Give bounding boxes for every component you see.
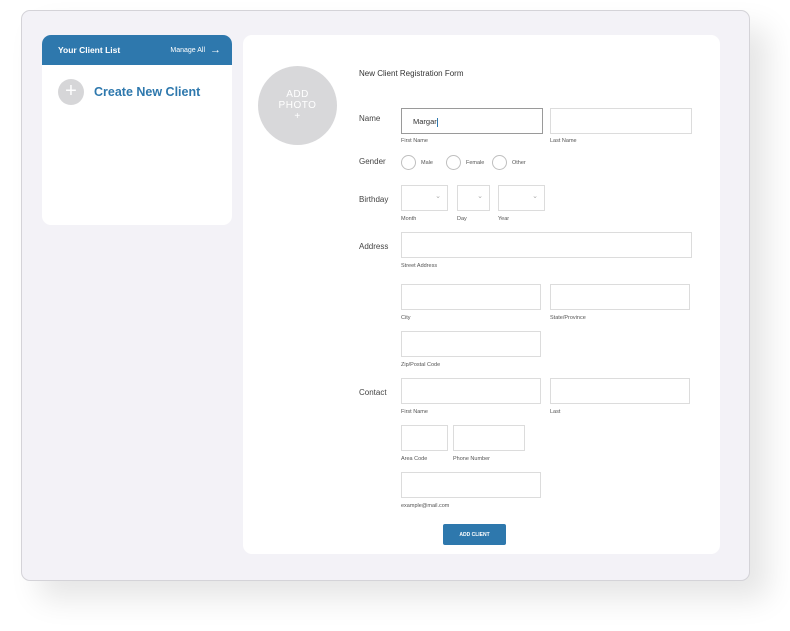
contact-last-name-sub: Last: [550, 409, 561, 415]
create-new-client-button[interactable]: + Create New Client: [58, 79, 232, 105]
month-sub: Month: [401, 216, 417, 222]
text-cursor: [436, 117, 438, 127]
month-select[interactable]: ⌄: [401, 185, 448, 211]
manage-all-label: Manage All: [170, 46, 205, 54]
email-sub: example@mail.com: [401, 503, 450, 509]
client-list-header: Your Client List Manage All →: [42, 35, 232, 65]
zip-input[interactable]: [401, 331, 541, 357]
last-name-sub: Last Name: [550, 138, 577, 144]
phone-number-input[interactable]: [453, 425, 525, 451]
first-name-sub: First Name: [401, 138, 428, 144]
client-list-panel: Your Client List Manage All → + Create N…: [42, 35, 232, 225]
chevron-down-icon: ⌄: [477, 193, 483, 200]
chevron-down-icon: ⌄: [532, 193, 538, 200]
chevron-down-icon: ⌄: [435, 193, 441, 200]
arrow-right-icon: →: [210, 43, 221, 56]
phone-number-sub: Phone Number: [453, 456, 490, 462]
form-title: New Client Registration Form: [359, 69, 464, 78]
gender-other-label: Other: [512, 160, 526, 166]
year-select[interactable]: ⌄: [498, 185, 545, 211]
city-input[interactable]: [401, 284, 541, 310]
gender-radio-male[interactable]: [401, 155, 416, 170]
first-name-value: Margar: [413, 117, 437, 126]
birthday-label: Birthday: [359, 195, 389, 204]
state-sub: State/Province: [550, 315, 586, 321]
contact-first-name-input[interactable]: [401, 378, 541, 404]
day-sub: Day: [457, 216, 467, 222]
email-input[interactable]: [401, 472, 541, 498]
first-name-input[interactable]: Margar: [401, 108, 543, 134]
add-photo-button[interactable]: ADD PHOTO +: [258, 66, 337, 145]
area-code-sub: Area Code: [401, 456, 428, 462]
day-select[interactable]: ⌄: [457, 185, 490, 211]
area-code-input[interactable]: [401, 425, 448, 451]
add-client-button[interactable]: ADD CLIENT: [443, 524, 506, 545]
street-address-sub: Street Address: [401, 263, 438, 269]
add-photo-plus: +: [294, 111, 301, 122]
add-photo-line1: ADD: [286, 89, 309, 100]
last-name-input[interactable]: [550, 108, 692, 134]
zip-sub: Zip/Postal Code: [401, 362, 441, 368]
gender-label: Gender: [359, 157, 386, 166]
address-label: Address: [359, 242, 389, 251]
gender-male-label: Male: [421, 160, 433, 166]
create-new-client-label: Create New Client: [94, 85, 201, 99]
gender-female-label: Female: [466, 160, 485, 166]
plus-icon: +: [58, 79, 84, 105]
contact-last-name-input[interactable]: [550, 378, 690, 404]
contact-label: Contact: [359, 388, 387, 397]
street-address-input[interactable]: [401, 232, 692, 258]
gender-radio-other[interactable]: [492, 155, 507, 170]
manage-all-link[interactable]: Manage All →: [170, 43, 221, 56]
year-sub: Year: [498, 216, 510, 222]
contact-first-name-sub: First Name: [401, 409, 428, 415]
state-input[interactable]: [550, 284, 690, 310]
name-label: Name: [359, 114, 381, 123]
gender-radio-female[interactable]: [446, 155, 461, 170]
city-sub: City: [401, 315, 411, 321]
client-list-title: Your Client List: [58, 45, 121, 55]
registration-form-panel: ADD PHOTO + New Client Registration Form…: [243, 35, 720, 554]
add-photo-line2: PHOTO: [278, 100, 317, 111]
